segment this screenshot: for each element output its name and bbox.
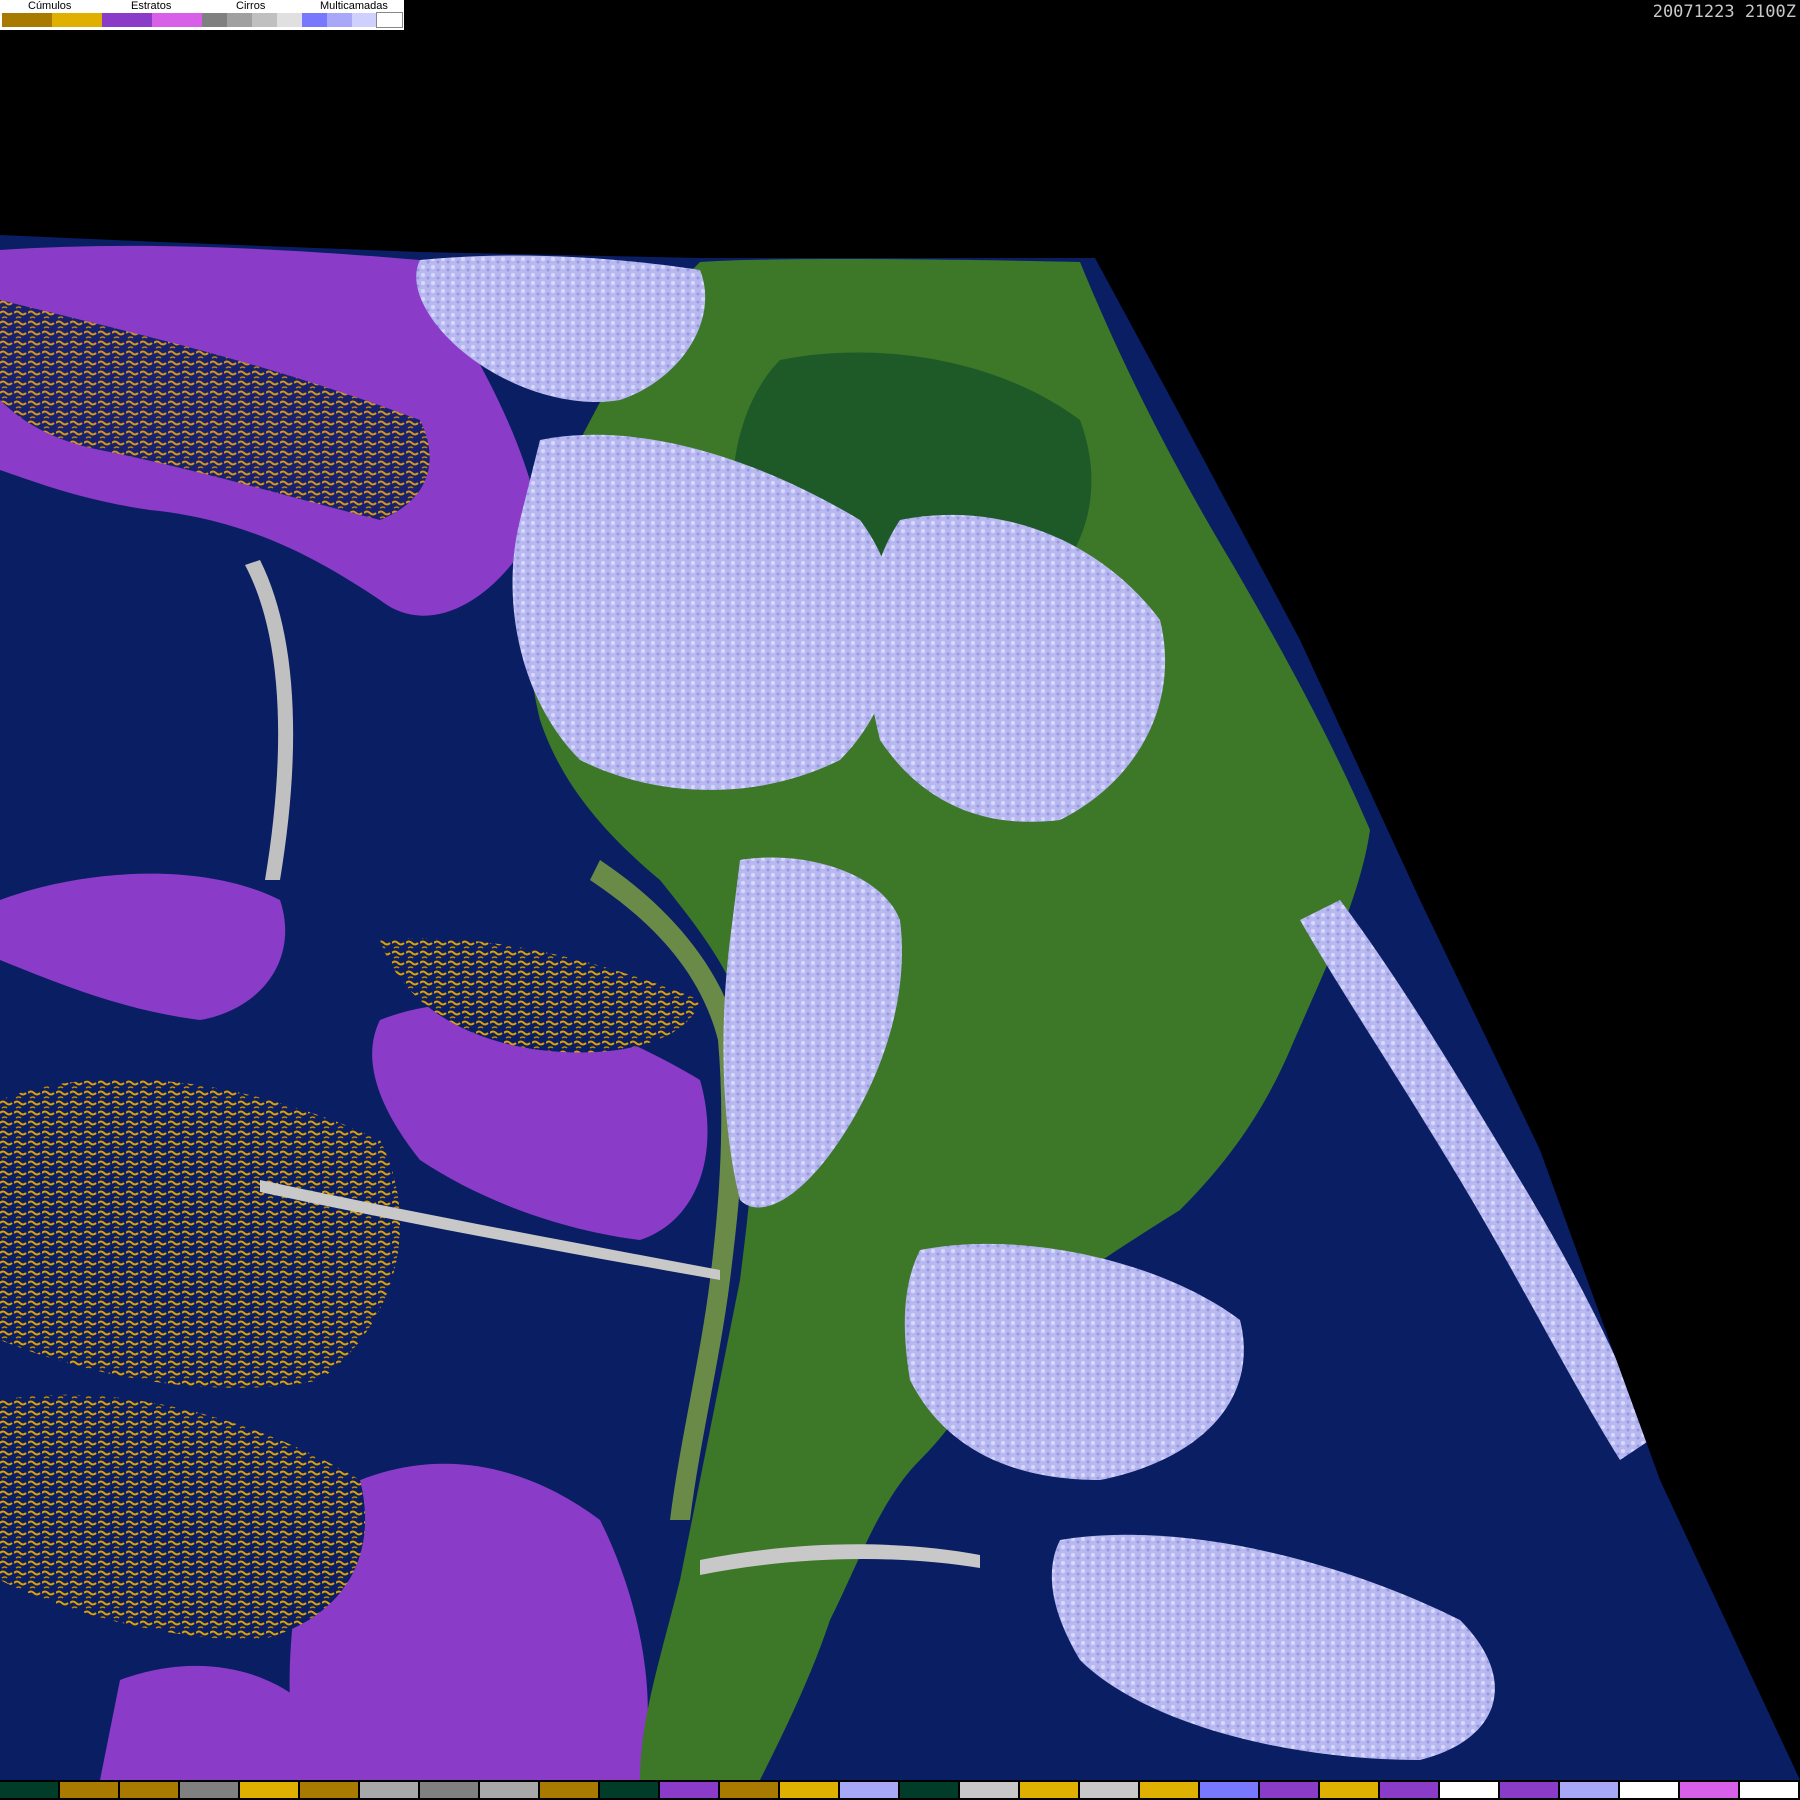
bottom-bar-cell (600, 1782, 658, 1798)
legend-label-multilayer: Multicamadas (320, 0, 388, 12)
bottom-bar-cell (1560, 1782, 1618, 1798)
bottom-bar-cell (1320, 1782, 1378, 1798)
cumulus-field-west (0, 1079, 400, 1388)
bottom-bar-cell (1500, 1782, 1558, 1798)
legend-swatch-2-1 (227, 13, 252, 27)
legend-label-stratus: Estratos (131, 0, 172, 12)
bottom-bar-cell (960, 1782, 1018, 1798)
bottom-bar-cell (420, 1782, 478, 1798)
image-timestamp: 20071223 2100Z (1652, 2, 1796, 22)
bottom-bar-cell (0, 1782, 58, 1798)
bottom-bar-cell (540, 1782, 598, 1798)
legend-swatch-3-1 (327, 13, 352, 27)
bottom-bar-cell (660, 1782, 718, 1798)
legend-label-cumulus: Cúmulos (28, 0, 72, 12)
bottom-bar-cell (1200, 1782, 1258, 1798)
satellite-cloud-map (0, 235, 1800, 1780)
earth-disk (0, 235, 1800, 1780)
bottom-bar-cell (300, 1782, 358, 1798)
bottom-bar-cell (1440, 1782, 1498, 1798)
legend-swatch-3-3 (376, 12, 403, 28)
bottom-bar-cell (120, 1782, 178, 1798)
bottom-bar-cell (1140, 1782, 1198, 1798)
legend-swatch-3-0 (302, 13, 327, 27)
cloud-type-legend: Cúmulos Estratos Cirros Multicamadas (0, 0, 404, 30)
legend-swatch-0-1 (52, 13, 102, 27)
bottom-bar-cell (1080, 1782, 1138, 1798)
bottom-bar-cell (900, 1782, 958, 1798)
bottom-color-bar (0, 1780, 1800, 1800)
bottom-bar-cell (1680, 1782, 1738, 1798)
bottom-bar-cell (240, 1782, 298, 1798)
bottom-bar-cell (720, 1782, 778, 1798)
bottom-bar-cell (840, 1782, 898, 1798)
bottom-bar-cell (60, 1782, 118, 1798)
legend-swatch-1-1 (152, 13, 202, 27)
bottom-bar-cell (1380, 1782, 1438, 1798)
bottom-bar-cell (1260, 1782, 1318, 1798)
legend-swatch-0-0 (2, 13, 52, 27)
bottom-bar-cell (480, 1782, 538, 1798)
bottom-bar-cell (360, 1782, 418, 1798)
legend-swatch-2-0 (202, 13, 227, 27)
bottom-bar-cell (1020, 1782, 1078, 1798)
legend-swatch-2-3 (277, 13, 302, 27)
bottom-bar-cell (1620, 1782, 1678, 1798)
bottom-bar-cell (1740, 1782, 1798, 1798)
legend-label-cirrus: Cirros (236, 0, 266, 12)
bottom-bar-cell (180, 1782, 238, 1798)
legend-swatch-2-2 (252, 13, 277, 27)
legend-swatch-3-2 (352, 13, 377, 27)
legend-swatch-1-0 (102, 13, 152, 27)
bottom-bar-cell (780, 1782, 838, 1798)
